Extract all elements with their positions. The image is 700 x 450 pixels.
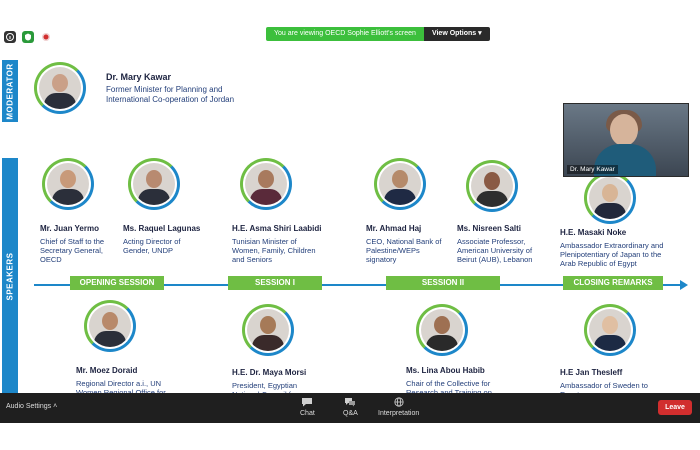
speaker-name: Ms. Lina Abou Habib bbox=[406, 366, 485, 375]
interpretation-label: Interpretation bbox=[378, 410, 420, 417]
speaker-avatar bbox=[374, 158, 426, 210]
speaker-title: Plenipotentiary of Japan to the bbox=[560, 250, 662, 259]
speaker-title: Secretary General, bbox=[40, 246, 103, 255]
chat-icon bbox=[302, 398, 313, 407]
audio-settings-button[interactable]: Audio Settings ˄ bbox=[6, 403, 57, 410]
speaker-name: H.E. Asma Shiri Laabidi bbox=[232, 224, 322, 233]
qa-label: Q&A bbox=[343, 410, 358, 417]
speaker-name: Mr. Moez Doraid bbox=[76, 366, 138, 375]
moderator-name: Dr. Mary Kawar bbox=[106, 72, 172, 82]
speaker-title: Chief of Staff to the bbox=[40, 237, 105, 246]
leave-button[interactable]: Leave bbox=[658, 400, 692, 415]
speaker-avatar bbox=[240, 158, 292, 210]
speaker-name: H.E. Masaki Noke bbox=[560, 228, 627, 237]
qa-icon bbox=[345, 398, 356, 407]
speaker-avatar bbox=[466, 160, 518, 212]
status-icons bbox=[4, 31, 52, 43]
speaker-title: and Seniors bbox=[232, 255, 273, 264]
participant-video-tile[interactable]: Dr. Mary Kawar bbox=[563, 103, 689, 177]
record-icon[interactable] bbox=[40, 31, 52, 43]
speaker-title: Acting Director of bbox=[123, 237, 181, 246]
participant-head bbox=[610, 114, 638, 146]
session-two: SESSION II bbox=[386, 276, 500, 290]
meeting-controls-bar: Audio Settings ˄ Chat Q&A Interpretation… bbox=[0, 393, 700, 423]
speaker-name: Ms. Nisreen Salti bbox=[457, 224, 522, 233]
speakers-sidebar: SPEAKERS bbox=[2, 158, 18, 395]
speaker-title: Ambassador Extraordinary and bbox=[560, 241, 664, 250]
shared-slide: MODERATOR SPEAKERS Dr. Mary Kawar Former… bbox=[0, 48, 700, 399]
speaker-avatar bbox=[584, 172, 636, 224]
view-options-button[interactable]: View Options ▾ bbox=[423, 27, 490, 41]
interpretation-button[interactable]: Interpretation bbox=[378, 397, 419, 417]
speaker-name: Mr. Juan Yermo bbox=[40, 224, 99, 233]
speaker-title: Women, Family, Children bbox=[232, 246, 316, 255]
speaker-title: CEO, National Bank of bbox=[366, 237, 442, 246]
moderator-label: MODERATOR bbox=[5, 62, 15, 120]
speaker-avatar bbox=[416, 304, 468, 356]
speaker-avatar bbox=[42, 158, 94, 210]
qa-button[interactable]: Q&A bbox=[343, 397, 358, 417]
speaker-avatar bbox=[584, 304, 636, 356]
speaker-title: Ambassador of Sweden to bbox=[560, 381, 648, 390]
session-opening: OPENING SESSION bbox=[70, 276, 164, 290]
globe-icon bbox=[394, 397, 404, 407]
speaker-name: Ms. Raquel Lagunas bbox=[123, 224, 201, 233]
screen-share-banner: You are viewing OECD Sophie Elliott's sc… bbox=[266, 27, 490, 41]
speaker-title: American University of bbox=[457, 246, 533, 255]
speaker-name: H.E. Dr. Maya Morsi bbox=[232, 368, 307, 377]
audio-settings-label: Audio Settings bbox=[6, 403, 52, 410]
speaker-title: Gender, UNDP bbox=[123, 246, 174, 255]
moderator-title-2: International Co-operation of Jordan bbox=[106, 95, 235, 104]
chat-label: Chat bbox=[300, 410, 315, 417]
speaker-title: Beirut (AUB), Lebanon bbox=[457, 255, 533, 264]
speaker-name: Mr. Ahmad Haj bbox=[366, 224, 422, 233]
session-one: SESSION I bbox=[228, 276, 322, 290]
moderator-avatar bbox=[34, 62, 86, 114]
speaker-name: H.E Jan Thesleff bbox=[560, 368, 623, 377]
speaker-title: President, Egyptian bbox=[232, 381, 298, 390]
moderator-sidebar: MODERATOR bbox=[2, 60, 18, 122]
session-closing: CLOSING REMARKS bbox=[563, 276, 663, 290]
info-icon[interactable] bbox=[4, 31, 16, 43]
speaker-avatar bbox=[128, 158, 180, 210]
speaker-title: Chair of the Collective for bbox=[406, 379, 491, 388]
speaker-title: Associate Professor, bbox=[457, 237, 526, 246]
chevron-up-icon: ˄ bbox=[53, 403, 58, 410]
speaker-title: OECD bbox=[40, 255, 62, 264]
shield-icon[interactable] bbox=[22, 31, 34, 43]
speaker-avatar bbox=[84, 300, 136, 352]
speaker-avatar bbox=[242, 304, 294, 356]
view-options-label: View Options bbox=[431, 30, 477, 37]
banner-message: You are viewing OECD Sophie Elliott's sc… bbox=[266, 27, 424, 41]
speakers-label: SPEAKERS bbox=[5, 252, 15, 301]
timeline-arrow bbox=[680, 280, 688, 290]
participant-name-label: Dr. Mary Kawar bbox=[567, 165, 618, 174]
speaker-title: Tunisian Minister of bbox=[232, 237, 297, 246]
chat-button[interactable]: Chat bbox=[300, 397, 315, 417]
moderator-title-1: Former Minister for Planning and bbox=[106, 85, 223, 94]
speaker-title: Regional Director a.i., UN bbox=[76, 379, 162, 388]
speaker-title: Palestine/WEPs bbox=[366, 246, 420, 255]
speaker-title: signatory bbox=[366, 255, 397, 264]
speaker-title: Arab Republic of Egypt bbox=[560, 259, 637, 268]
